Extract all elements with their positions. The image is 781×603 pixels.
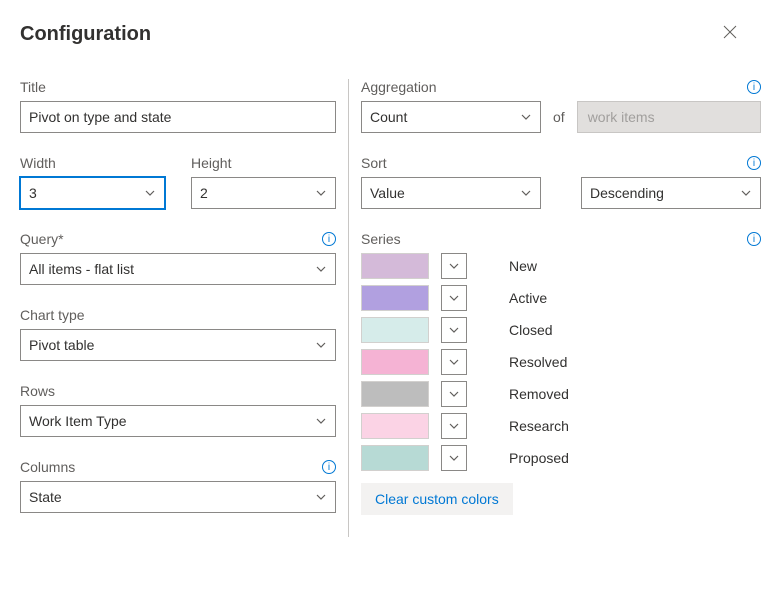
right-column: Aggregation i Count of work items Sort i xyxy=(348,79,761,537)
rows-select[interactable]: Work Item Type xyxy=(20,405,336,437)
columns-value: State xyxy=(29,489,62,505)
chevron-down-icon xyxy=(520,111,532,123)
color-picker-button[interactable] xyxy=(441,253,467,279)
query-field: Query* i All items - flat list xyxy=(20,231,336,285)
info-icon[interactable]: i xyxy=(322,232,336,246)
chevron-down-icon xyxy=(315,415,327,427)
aggregation-target: work items xyxy=(577,101,761,133)
sort-value: Value xyxy=(370,185,405,201)
color-swatch xyxy=(361,445,429,471)
sort-direction: Descending xyxy=(590,185,664,201)
close-button[interactable] xyxy=(714,20,746,49)
chart-type-label: Chart type xyxy=(20,307,85,323)
chevron-down-icon xyxy=(144,187,156,199)
height-select[interactable]: 2 xyxy=(191,177,336,209)
color-swatch xyxy=(361,349,429,375)
columns-label: Columns xyxy=(20,459,75,475)
sort-direction-select[interactable]: Descending xyxy=(581,177,761,209)
height-label: Height xyxy=(191,155,231,171)
series-item: Removed xyxy=(361,381,761,407)
left-column: Title Width 3 Height 2 Quer xyxy=(20,79,348,537)
series-item: Resolved xyxy=(361,349,761,375)
aggregation-value: Count xyxy=(370,109,407,125)
chevron-down-icon xyxy=(315,263,327,275)
series-name: Closed xyxy=(509,322,553,338)
color-swatch xyxy=(361,413,429,439)
color-picker-button[interactable] xyxy=(441,413,467,439)
width-field: Width 3 xyxy=(20,155,165,209)
sort-value-select[interactable]: Value xyxy=(361,177,541,209)
chevron-down-icon xyxy=(448,292,460,304)
aggregation-field: Aggregation i Count of work items xyxy=(361,79,761,133)
query-value: All items - flat list xyxy=(29,261,134,277)
height-field: Height 2 xyxy=(191,155,336,209)
color-picker-button[interactable] xyxy=(441,349,467,375)
title-input[interactable] xyxy=(20,101,336,133)
aggregation-select[interactable]: Count xyxy=(361,101,541,133)
height-value: 2 xyxy=(200,185,208,201)
series-item: Closed xyxy=(361,317,761,343)
width-value: 3 xyxy=(29,185,37,201)
info-icon[interactable]: i xyxy=(747,80,761,94)
columns-select[interactable]: State xyxy=(20,481,336,513)
rows-value: Work Item Type xyxy=(29,413,127,429)
rows-field: Rows Work Item Type xyxy=(20,383,336,437)
panel-header: Configuration xyxy=(20,20,761,49)
series-name: Research xyxy=(509,418,569,434)
series-name: New xyxy=(509,258,537,274)
chevron-down-icon xyxy=(448,388,460,400)
query-select[interactable]: All items - flat list xyxy=(20,253,336,285)
chevron-down-icon xyxy=(315,339,327,351)
width-label: Width xyxy=(20,155,56,171)
aggregation-label: Aggregation xyxy=(361,79,437,95)
chevron-down-icon xyxy=(448,260,460,272)
chart-type-value: Pivot table xyxy=(29,337,94,353)
series-label: Series xyxy=(361,231,401,247)
chart-type-select[interactable]: Pivot table xyxy=(20,329,336,361)
close-icon xyxy=(722,24,738,40)
color-picker-button[interactable] xyxy=(441,445,467,471)
panel-title: Configuration xyxy=(20,23,151,46)
series-name: Proposed xyxy=(509,450,569,466)
rows-label: Rows xyxy=(20,383,55,399)
chart-type-field: Chart type Pivot table xyxy=(20,307,336,361)
sort-label: Sort xyxy=(361,155,387,171)
chevron-down-icon xyxy=(448,356,460,368)
clear-custom-colors-button[interactable]: Clear custom colors xyxy=(361,483,513,515)
series-name: Resolved xyxy=(509,354,567,370)
aggregation-target-text: work items xyxy=(588,109,655,125)
chevron-down-icon xyxy=(315,491,327,503)
chevron-down-icon xyxy=(448,324,460,336)
series-list: New Active Closed Resolved Removed Research Pr… xyxy=(361,253,761,471)
info-icon[interactable]: i xyxy=(322,460,336,474)
color-swatch xyxy=(361,253,429,279)
color-swatch xyxy=(361,381,429,407)
chevron-down-icon xyxy=(448,420,460,432)
color-picker-button[interactable] xyxy=(441,381,467,407)
color-picker-button[interactable] xyxy=(441,285,467,311)
series-item: Research xyxy=(361,413,761,439)
sort-field: Sort i Value Descending xyxy=(361,155,761,209)
color-swatch xyxy=(361,317,429,343)
chevron-down-icon xyxy=(740,187,752,199)
series-field: Series i New Active Closed Resolved Removed R… xyxy=(361,231,761,515)
columns-field: Columns i State xyxy=(20,459,336,513)
title-field: Title xyxy=(20,79,336,133)
series-item: New xyxy=(361,253,761,279)
info-icon[interactable]: i xyxy=(747,156,761,170)
color-picker-button[interactable] xyxy=(441,317,467,343)
width-select[interactable]: 3 xyxy=(20,177,165,209)
chevron-down-icon xyxy=(448,452,460,464)
chevron-down-icon xyxy=(520,187,532,199)
title-label: Title xyxy=(20,79,46,95)
series-item: Active xyxy=(361,285,761,311)
query-label: Query* xyxy=(20,231,64,247)
color-swatch xyxy=(361,285,429,311)
of-text: of xyxy=(553,109,565,125)
chevron-down-icon xyxy=(315,187,327,199)
series-name: Removed xyxy=(509,386,569,402)
info-icon[interactable]: i xyxy=(747,232,761,246)
series-name: Active xyxy=(509,290,547,306)
series-item: Proposed xyxy=(361,445,761,471)
